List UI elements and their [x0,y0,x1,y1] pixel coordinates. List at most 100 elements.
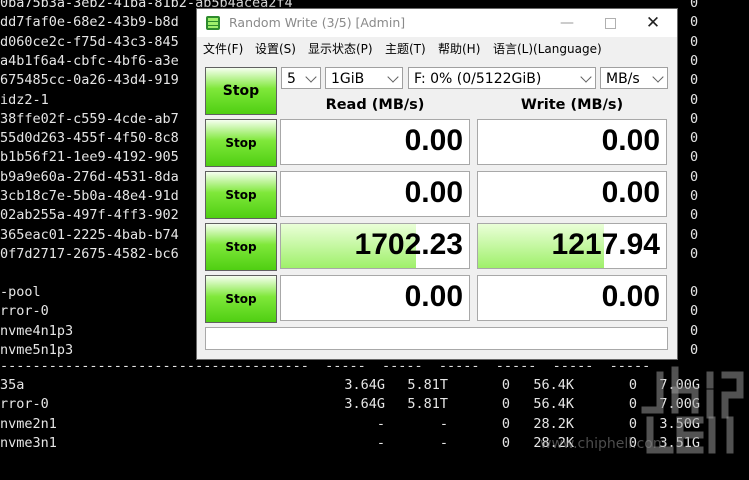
chevron-down-icon [652,71,664,83]
terminal-row-value: 56.4K [533,396,574,413]
terminal-row-value: - [439,415,448,432]
terminal-value: 0 [690,207,699,224]
terminal-pool-line: rror-0 [0,303,49,320]
terminal-line: 55d0d263-455f-4f50-8c8 [0,130,179,147]
terminal-value: 0 [690,226,699,243]
write-value: 0.00 [601,280,660,313]
terminal-value: 0 [690,284,699,300]
write-column-header: Write (MB/s) [520,97,624,113]
menu-settings[interactable]: 设置(S) [255,40,296,57]
terminal-row-value: - [439,434,448,451]
terminal-pool-line: nvme4n1p3 [0,322,74,339]
terminal-value: 0 [690,168,699,185]
read-result-cell: 1702.23 [280,223,470,269]
terminal-line: dd7faf0e-68e2-43b9-b8d [0,14,179,31]
write-value: 0.00 [601,176,660,209]
terminal-line: b1b56f21-1ee9-4192-905 [0,149,179,166]
terminal-row-value: 3.64G [344,396,385,413]
terminal-row-value: 0 [628,377,637,393]
terminal-value: 0 [690,52,699,69]
close-button[interactable]: ✕ [635,9,671,37]
unit-value: MB/s [606,71,640,87]
test-count-value: 5 [287,71,296,87]
stop-test-3-button[interactable]: Stop [205,223,277,271]
app-icon [206,16,220,30]
menu-display-status[interactable]: 显示状态(P) [308,40,373,57]
read-value: 1702.23 [354,228,463,261]
read-result-cell: 0.00 [280,171,470,217]
terminal-pool-line: -pool [0,284,41,300]
write-result-cell: 0.00 [477,275,667,321]
terminal-row-value: 0 [628,396,637,413]
terminal-value: 0 [690,0,699,11]
unit-select[interactable]: MB/s [600,67,668,89]
terminal-value: 0 [690,149,699,166]
terminal-row-value: 0 [501,415,510,432]
terminal-line: 38ffe02f-c559-4cde-ab7 [0,110,179,127]
menu-theme[interactable]: 主题(T) [385,40,426,57]
read-value: 0.00 [404,124,463,157]
terminal-row-value: 5.81T [407,377,448,393]
terminal-row-value: 0 [501,434,510,451]
drive-value: F: 0% (0/5122GiB) [414,71,542,87]
terminal-row-value: 5.81T [407,396,448,413]
terminal-row-name: nvme2n1 [0,415,57,432]
terminal-row-value: 0 [501,396,510,413]
window-title: Random Write (3/5) [Admin] [229,15,406,30]
terminal-line: b9a9e60a-276d-4531-8da [0,168,179,185]
terminal-line: 365eac01-2225-4bab-b74 [0,226,179,243]
terminal-row-value: 0 [501,377,510,393]
terminal-value: 0 [690,72,699,89]
terminal-value: 0 [690,322,699,339]
terminal-line: idz2-1 [0,91,49,108]
terminal-value: 0 [690,33,699,50]
test-size-select[interactable]: 1GiB [325,67,403,89]
status-bar [205,327,668,350]
maximize-icon [605,18,616,29]
write-result-cell: 0.00 [477,171,667,217]
terminal-row-value: 0 [628,415,637,432]
menu-bar: 文件(F) 设置(S) 显示状态(P) 主题(T) 帮助(H) 语言(L)(La… [197,37,677,59]
title-bar[interactable]: Random Write (3/5) [Admin] — ✕ [197,9,677,37]
chevron-down-icon [305,71,317,83]
menu-file[interactable]: 文件(F) [203,40,243,57]
write-value: 0.00 [601,124,660,157]
terminal-value: 0 [690,188,699,204]
read-result-cell: 0.00 [280,119,470,165]
terminal-line: 0f7d2717-2675-4582-bc6 [0,245,179,262]
stop-test-1-button[interactable]: Stop [205,119,277,167]
stop-test-4-button[interactable]: Stop [205,275,277,323]
terminal-row-value: 28.2K [533,415,574,432]
terminal-row-value: 3.64G [344,377,385,393]
write-value: 1217.94 [551,228,660,261]
terminal-row-value: - [376,415,385,432]
read-value: 0.00 [404,280,463,313]
terminal-line: d060ce2c-f75d-43c3-845 [0,33,179,50]
terminal-line: 3cb18c7e-5b0a-48e4-91d [0,188,179,204]
terminal-line: 02ab255a-497f-4ff3-902 [0,207,179,224]
minimize-button[interactable]: — [549,9,585,37]
chevron-down-icon [387,71,399,83]
drive-select[interactable]: F: 0% (0/5122GiB) [408,67,596,89]
terminal-value: 0 [690,303,699,320]
terminal-value: 0 [690,110,699,127]
stop-test-2-button[interactable]: Stop [205,171,277,219]
write-result-cell: 0.00 [477,119,667,165]
terminal-value: 0 [690,91,699,108]
terminal-row-value: 56.4K [533,377,574,393]
terminal-row-name: nvme3n1 [0,434,57,451]
menu-language[interactable]: 语言(L)(Language) [493,40,602,57]
terminal-row-value: - [376,434,385,451]
test-count-select[interactable]: 5 [281,67,321,89]
chevron-down-icon [580,71,592,83]
menu-help[interactable]: 帮助(H) [438,40,480,57]
stop-all-button[interactable]: Stop [205,67,277,115]
terminal-value: 0 [690,245,699,262]
terminal-line: 675485cc-0a26-43d4-919 [0,72,179,89]
terminal-row-name: 35a [0,377,25,393]
terminal-value: 0 [690,130,699,147]
terminal-value: 0 [690,14,699,31]
read-result-cell: 0.00 [280,275,470,321]
read-value: 0.00 [404,176,463,209]
crystaldiskmark-window: Random Write (3/5) [Admin] — ✕ 文件(F) 设置(… [196,8,678,360]
